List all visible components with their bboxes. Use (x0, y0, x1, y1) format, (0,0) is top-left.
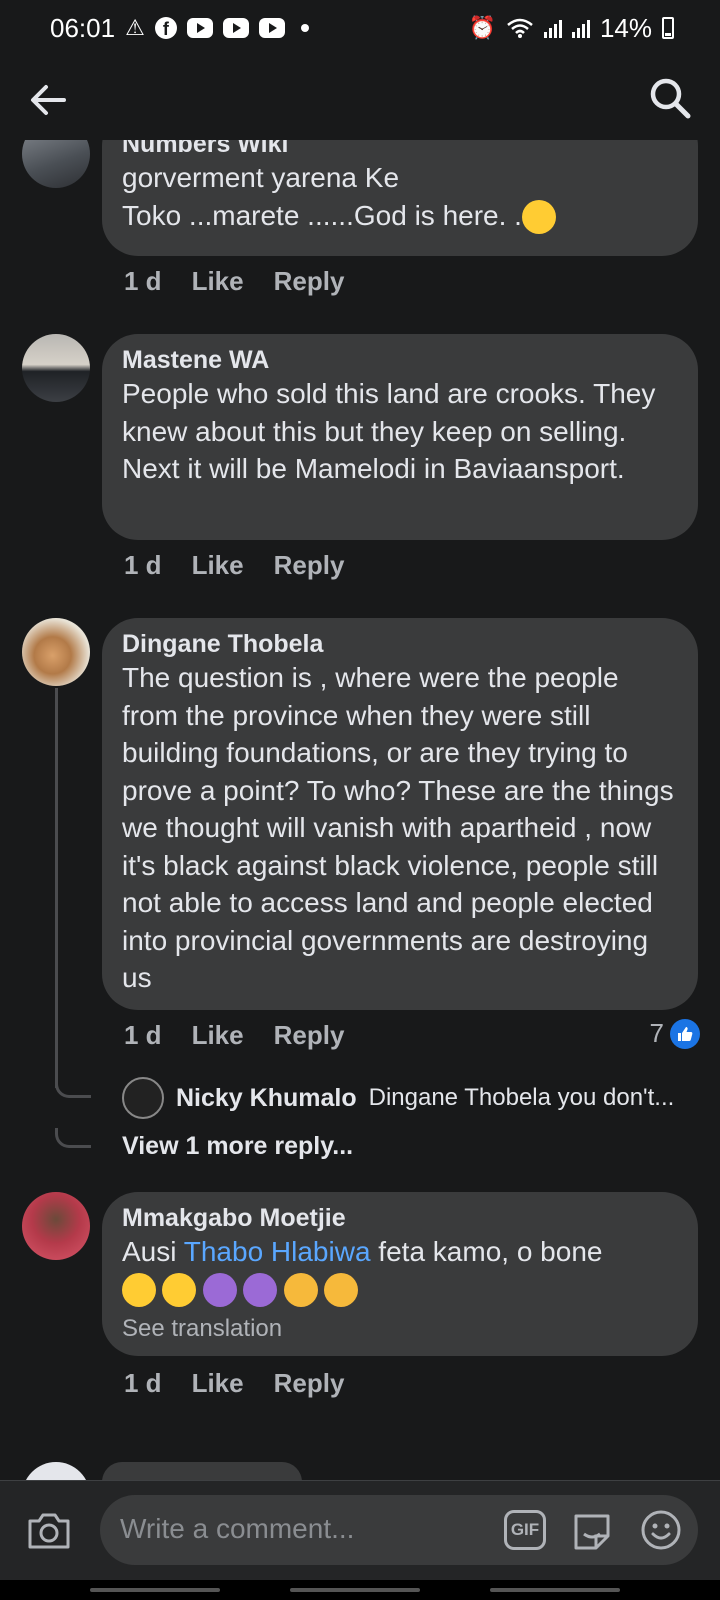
comment-actions: 1 d Like Reply (124, 1368, 344, 1399)
sad-relieved-face-emoji (283, 1272, 318, 1307)
more-notifications-icon (300, 24, 309, 32)
reaction-count[interactable]: 7 (650, 1018, 700, 1049)
mention-link[interactable]: Thabo Hlabiwa (184, 1236, 371, 1267)
comment-text: People who sold this land are crooks. Th… (122, 378, 656, 484)
comment-time: 1 d (124, 550, 162, 580)
sad-relieved-face-emoji (324, 1272, 359, 1307)
gif-label: GIF (510, 1520, 540, 1539)
battery-icon (662, 17, 674, 39)
comment-text: gorverment yarena Ke Toko ...marete ....… (122, 159, 678, 235)
comment-actions: 1 d Like Reply (124, 266, 344, 297)
reply-button[interactable]: Reply (274, 550, 345, 581)
comment-time: 1 d (124, 266, 162, 296)
avatar[interactable] (22, 618, 90, 686)
comment-item (0, 1462, 720, 1480)
like-button[interactable]: Like (192, 1020, 244, 1051)
comment-text-content: feta kamo, o bone (370, 1236, 603, 1267)
comment-text: The question is , where were the people … (122, 662, 674, 993)
nav-recents-handle[interactable] (90, 1588, 220, 1592)
camera-icon[interactable] (26, 1509, 72, 1551)
view-more-replies-link[interactable]: View 1 more reply... (122, 1132, 353, 1161)
avatar[interactable] (22, 1192, 90, 1260)
alarm-icon: ⏰ (468, 15, 496, 40)
thread-connector (55, 1128, 91, 1148)
top-bar (0, 56, 720, 140)
like-button[interactable]: Like (192, 550, 244, 581)
status-bar: 06:01 ⚠ f ⏰ 14% (0, 0, 720, 56)
comment-bubble[interactable] (102, 1462, 302, 1480)
person-gesturing-ok-emoji (202, 1272, 237, 1307)
comment-item: Mmakgabo Moetjie Ausi Thabo Hlabiwa feta… (0, 1192, 720, 1432)
gif-button[interactable]: GIF (504, 1510, 546, 1550)
see-translation-link[interactable]: See translation (122, 1315, 678, 1343)
reply-button[interactable]: Reply (274, 1368, 345, 1399)
comment-bubble[interactable]: Mastene WA People who sold this land are… (102, 334, 698, 540)
facebook-icon: f (154, 17, 177, 39)
avatar[interactable] (122, 1077, 164, 1119)
avatar[interactable] (22, 334, 90, 402)
crying-face-emoji (521, 200, 556, 235)
avatar[interactable] (22, 140, 90, 188)
comment-author[interactable]: Mmakgabo Moetjie (122, 1204, 678, 1233)
flushed-face-emoji (122, 1272, 156, 1307)
comment-actions: 1 d Like Reply (124, 1020, 344, 1051)
person-gesturing-ok-emoji (243, 1272, 278, 1307)
comment-author[interactable]: Mastene WA (122, 346, 678, 375)
nav-back-handle[interactable] (490, 1588, 620, 1592)
thumbs-up-icon (670, 1018, 700, 1049)
like-button[interactable]: Like (192, 266, 244, 297)
comment-bubble[interactable]: Dingane Thobela The question is , where … (102, 618, 698, 1010)
comment-item: Mastene WA People who sold this land are… (0, 334, 720, 594)
reply-author[interactable]: Nicky Khumalo (176, 1084, 357, 1113)
comment-author[interactable]: Dingane Thobela (122, 630, 678, 659)
sticker-icon[interactable] (570, 1510, 614, 1552)
comment-actions: 1 d Like Reply (124, 550, 344, 581)
system-nav-bar (0, 1580, 720, 1600)
comment-text-content: gorverment yarena Ke Toko ...marete ....… (122, 162, 522, 231)
wifi-icon (507, 18, 533, 38)
comment-text-content: Ausi (122, 1236, 184, 1267)
comment-composer: Write a comment... GIF (0, 1480, 720, 1580)
battery-percent: 14% (599, 12, 652, 43)
like-count-value: 7 (649, 1018, 664, 1048)
reply-button[interactable]: Reply (274, 1020, 345, 1051)
comment-bubble[interactable]: Numbers Wiki gorverment yarena Ke Toko .… (102, 140, 698, 256)
reply-preview[interactable]: Nicky Khumalo Dingane Thobela you don't.… (122, 1077, 674, 1119)
like-button[interactable]: Like (192, 1368, 244, 1399)
avatar[interactable] (22, 1462, 90, 1480)
comment-time: 1 d (124, 1368, 162, 1398)
comment-author[interactable]: Numbers Wiki (122, 140, 678, 159)
thread-connector (55, 1078, 91, 1098)
signal-icon (543, 18, 562, 38)
arrow-left-icon[interactable] (28, 80, 68, 120)
flushed-face-emoji (162, 1272, 197, 1307)
reply-button[interactable]: Reply (274, 266, 345, 297)
comment-text: Ausi Thabo Hlabiwa feta kamo, o bone (122, 1233, 678, 1271)
comment-input[interactable]: Write a comment... GIF (100, 1495, 698, 1565)
nav-home-handle[interactable] (290, 1588, 420, 1592)
youtube-icon (186, 18, 213, 38)
comment-time: 1 d (124, 1020, 162, 1050)
warning-icon: ⚠ (125, 15, 145, 40)
search-icon[interactable] (648, 76, 692, 120)
reply-text: Dingane Thobela you don't... (368, 1084, 675, 1111)
comment-bubble[interactable]: Mmakgabo Moetjie Ausi Thabo Hlabiwa feta… (102, 1192, 698, 1356)
comment-item: Numbers Wiki gorverment yarena Ke Toko .… (0, 140, 720, 296)
signal-icon (571, 18, 590, 38)
status-time: 06:01 (50, 12, 116, 43)
emoji-row (122, 1272, 678, 1307)
smiley-icon[interactable] (640, 1509, 682, 1551)
comment-input-placeholder: Write a comment... (120, 1513, 355, 1544)
comments-feed[interactable]: Numbers Wiki gorverment yarena Ke Toko .… (0, 140, 720, 1480)
youtube-icon (258, 18, 285, 38)
youtube-icon (222, 18, 249, 38)
